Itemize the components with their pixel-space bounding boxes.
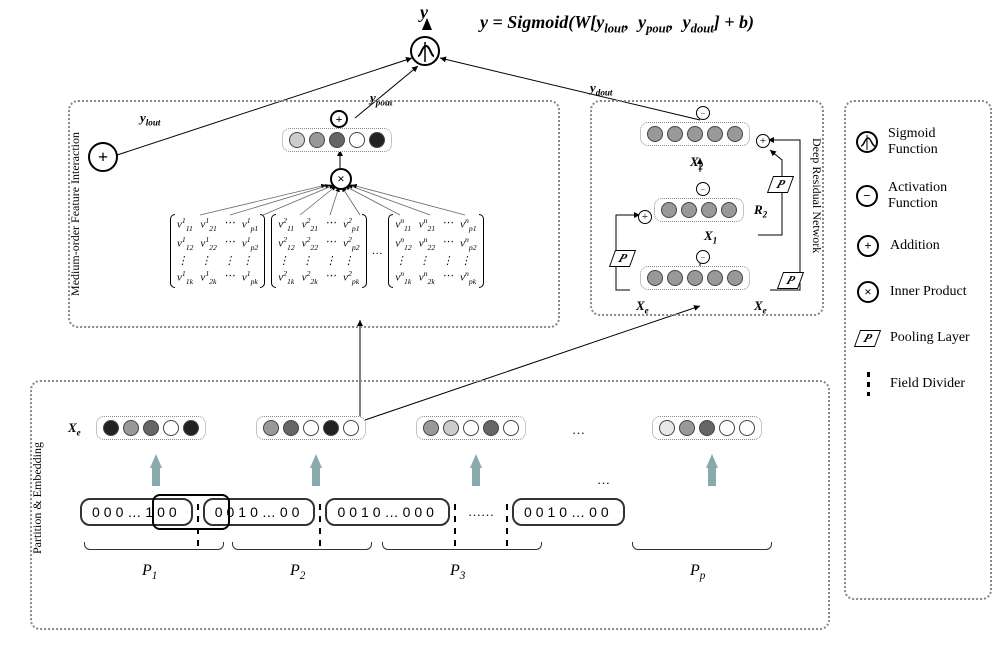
sigmoid-icon [856, 130, 878, 154]
output-equation: y = Sigmoid(W[ylout, ypout, ydout] + b) [480, 12, 754, 37]
brace-p [632, 542, 772, 550]
pout-vector [282, 128, 392, 152]
legend-pool: P Pooling Layer [856, 326, 980, 350]
legend-activation: − Activation Function [856, 180, 980, 212]
p3-label: P3 [450, 562, 465, 582]
arrow-3 [470, 454, 482, 468]
embed-p [652, 416, 762, 440]
embed-ellipsis-top: … [572, 422, 585, 438]
brace-3 [382, 542, 542, 550]
pooling-right-high: P [767, 176, 795, 193]
inner-product-op: × [330, 168, 352, 190]
activation-mid: − [696, 182, 710, 196]
xe-right-label: Xe [754, 298, 767, 316]
pooling-icon: P [856, 326, 880, 350]
inner-product-icon: × [856, 280, 880, 304]
brace-1 [84, 542, 224, 550]
r2-label: R2 [754, 202, 767, 220]
legend-inner: × Inner Product [856, 280, 980, 304]
addition-icon: + [856, 234, 880, 258]
legend-divider-label: Field Divider [890, 376, 965, 392]
onehot-3: 0010…000 [325, 498, 450, 526]
medium-order-label: Medium-order Feature Interaction [68, 132, 83, 296]
activation-bot: − [696, 250, 710, 264]
x1-label: X1 [704, 228, 717, 246]
matrix-group: v111v121⋯v1p1 v112v122⋯v1p2 ⋮⋮⋮⋮ v11kv12… [170, 214, 484, 288]
partition-overlap-frame [152, 494, 230, 530]
legend-addition: + Addition [856, 234, 980, 258]
layer-xe [640, 266, 750, 290]
legend-inner-label: Inner Product [890, 284, 967, 300]
pooling-left: P [609, 250, 637, 267]
xe-label: Xe [68, 420, 81, 438]
activation-top: − [696, 106, 710, 120]
arrow-p [706, 454, 718, 468]
sigmoid-node [410, 36, 440, 66]
pooling-right-low: P [777, 272, 805, 289]
onehot-ellipsis: …… [460, 504, 502, 520]
brace-2 [232, 542, 372, 550]
field-divider-icon [856, 372, 880, 396]
pp-label: Pp [690, 562, 705, 582]
legend-divider: Field Divider [856, 372, 980, 396]
arrow-1 [150, 454, 162, 468]
arrow-2 [310, 454, 322, 468]
layer-r2 [654, 198, 744, 222]
deep-residual-box: Deep Residual Network − + X2 − + R2 X1 −… [590, 100, 824, 316]
embed-3 [416, 416, 526, 440]
deep-residual-label: Deep Residual Network [809, 138, 824, 253]
edge-ydout-label: ydout [590, 80, 612, 98]
legend-pool-label: Pooling Layer [890, 330, 970, 346]
p2-label: P2 [290, 562, 305, 582]
partition-embed-label: Partition & Embedding [30, 442, 45, 554]
onehot-p: 0010…00 [512, 498, 625, 526]
x2-label: X2 [690, 154, 703, 172]
add-left: + [638, 210, 652, 224]
legend-activation-label: Activation Function [888, 180, 980, 212]
embed-1 [96, 416, 206, 440]
legend-box: Sigmoid Function − Activation Function +… [844, 100, 992, 600]
legend-addition-label: Addition [890, 238, 940, 254]
add-top-right: + [756, 134, 770, 148]
xe-left-label: Xe [636, 298, 649, 316]
p1-label: P1 [142, 562, 157, 582]
medium-order-box: Medium-order Feature Interaction + + × v… [68, 100, 560, 328]
embed-2 [256, 416, 366, 440]
legend-sigmoid: Sigmoid Function [856, 126, 980, 158]
activation-icon: − [856, 184, 878, 208]
addition-op-big: + [88, 142, 118, 172]
arrow-ellipsis: … [597, 472, 610, 488]
partition-embed-box: Partition & Embedding Xe … … 000…100 001… [30, 380, 830, 630]
arrow-to-y [422, 18, 432, 30]
addition-op-top: + [330, 110, 348, 128]
layer-top [640, 122, 750, 146]
legend-sigmoid-label: Sigmoid Function [888, 126, 980, 158]
